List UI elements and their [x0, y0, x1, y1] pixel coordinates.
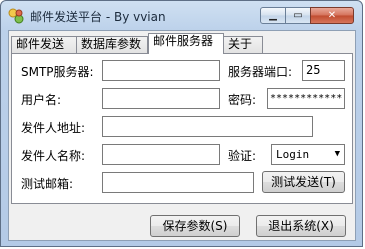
window-title: 邮件发送平台 - By vvian: [30, 10, 166, 24]
test-email-label: 测试邮箱:: [21, 177, 74, 191]
test-send-button[interactable]: 测试发送(T): [262, 171, 345, 193]
server-port-label: 服务器端口:: [228, 65, 293, 79]
sender-address-label: 发件人地址:: [21, 121, 86, 135]
close-icon: ✕: [327, 10, 337, 21]
sender-name-input[interactable]: [102, 144, 220, 165]
password-input[interactable]: ************: [267, 88, 345, 109]
maximize-icon: ▭: [293, 10, 303, 21]
tab-about[interactable]: 关于: [223, 36, 263, 53]
smtp-server-input[interactable]: [102, 60, 220, 81]
close-button[interactable]: ✕: [310, 7, 354, 24]
username-input[interactable]: [102, 88, 220, 109]
server-port-input[interactable]: 25: [302, 60, 345, 81]
auth-select[interactable]: Login ▼: [271, 144, 345, 165]
sender-address-input[interactable]: [102, 116, 313, 137]
client-area: 邮件发送 数据库参数 邮件服务器 关于 SMTP服务器: 服务器端口: 25 用…: [8, 30, 356, 241]
app-window: 邮件发送平台 - By vvian ▁ ▭ ✕ 邮件发送 数据库参数 邮件服务器…: [0, 0, 363, 247]
chevron-down-icon: ▼: [334, 149, 340, 159]
tab-strip: 邮件发送 数据库参数 邮件服务器 关于: [9, 33, 355, 54]
sender-name-label: 发件人名称:: [21, 149, 86, 163]
title-bar[interactable]: 邮件发送平台 - By vvian ▁ ▭ ✕: [1, 1, 362, 29]
password-label: 密码:: [228, 93, 257, 107]
minimize-icon: ▁: [269, 10, 277, 21]
auth-label: 验证:: [228, 149, 257, 163]
auth-select-value: Login: [276, 148, 310, 161]
exit-system-button[interactable]: 退出系统(X): [256, 215, 346, 237]
save-params-button[interactable]: 保存参数(S): [150, 215, 240, 237]
tab-send-mail[interactable]: 邮件发送: [11, 36, 77, 53]
smtp-server-label: SMTP服务器:: [21, 65, 94, 79]
maximize-button[interactable]: ▭: [285, 7, 311, 24]
username-label: 用户名:: [21, 93, 62, 107]
mail-server-panel: SMTP服务器: 服务器端口: 25 用户名: 密码: ************…: [11, 53, 353, 204]
test-email-input[interactable]: [102, 172, 254, 193]
mail-app-icon: [8, 8, 24, 24]
minimize-button[interactable]: ▁: [260, 7, 286, 24]
tab-database-params[interactable]: 数据库参数: [76, 36, 148, 53]
tab-mail-server[interactable]: 邮件服务器: [148, 33, 224, 54]
